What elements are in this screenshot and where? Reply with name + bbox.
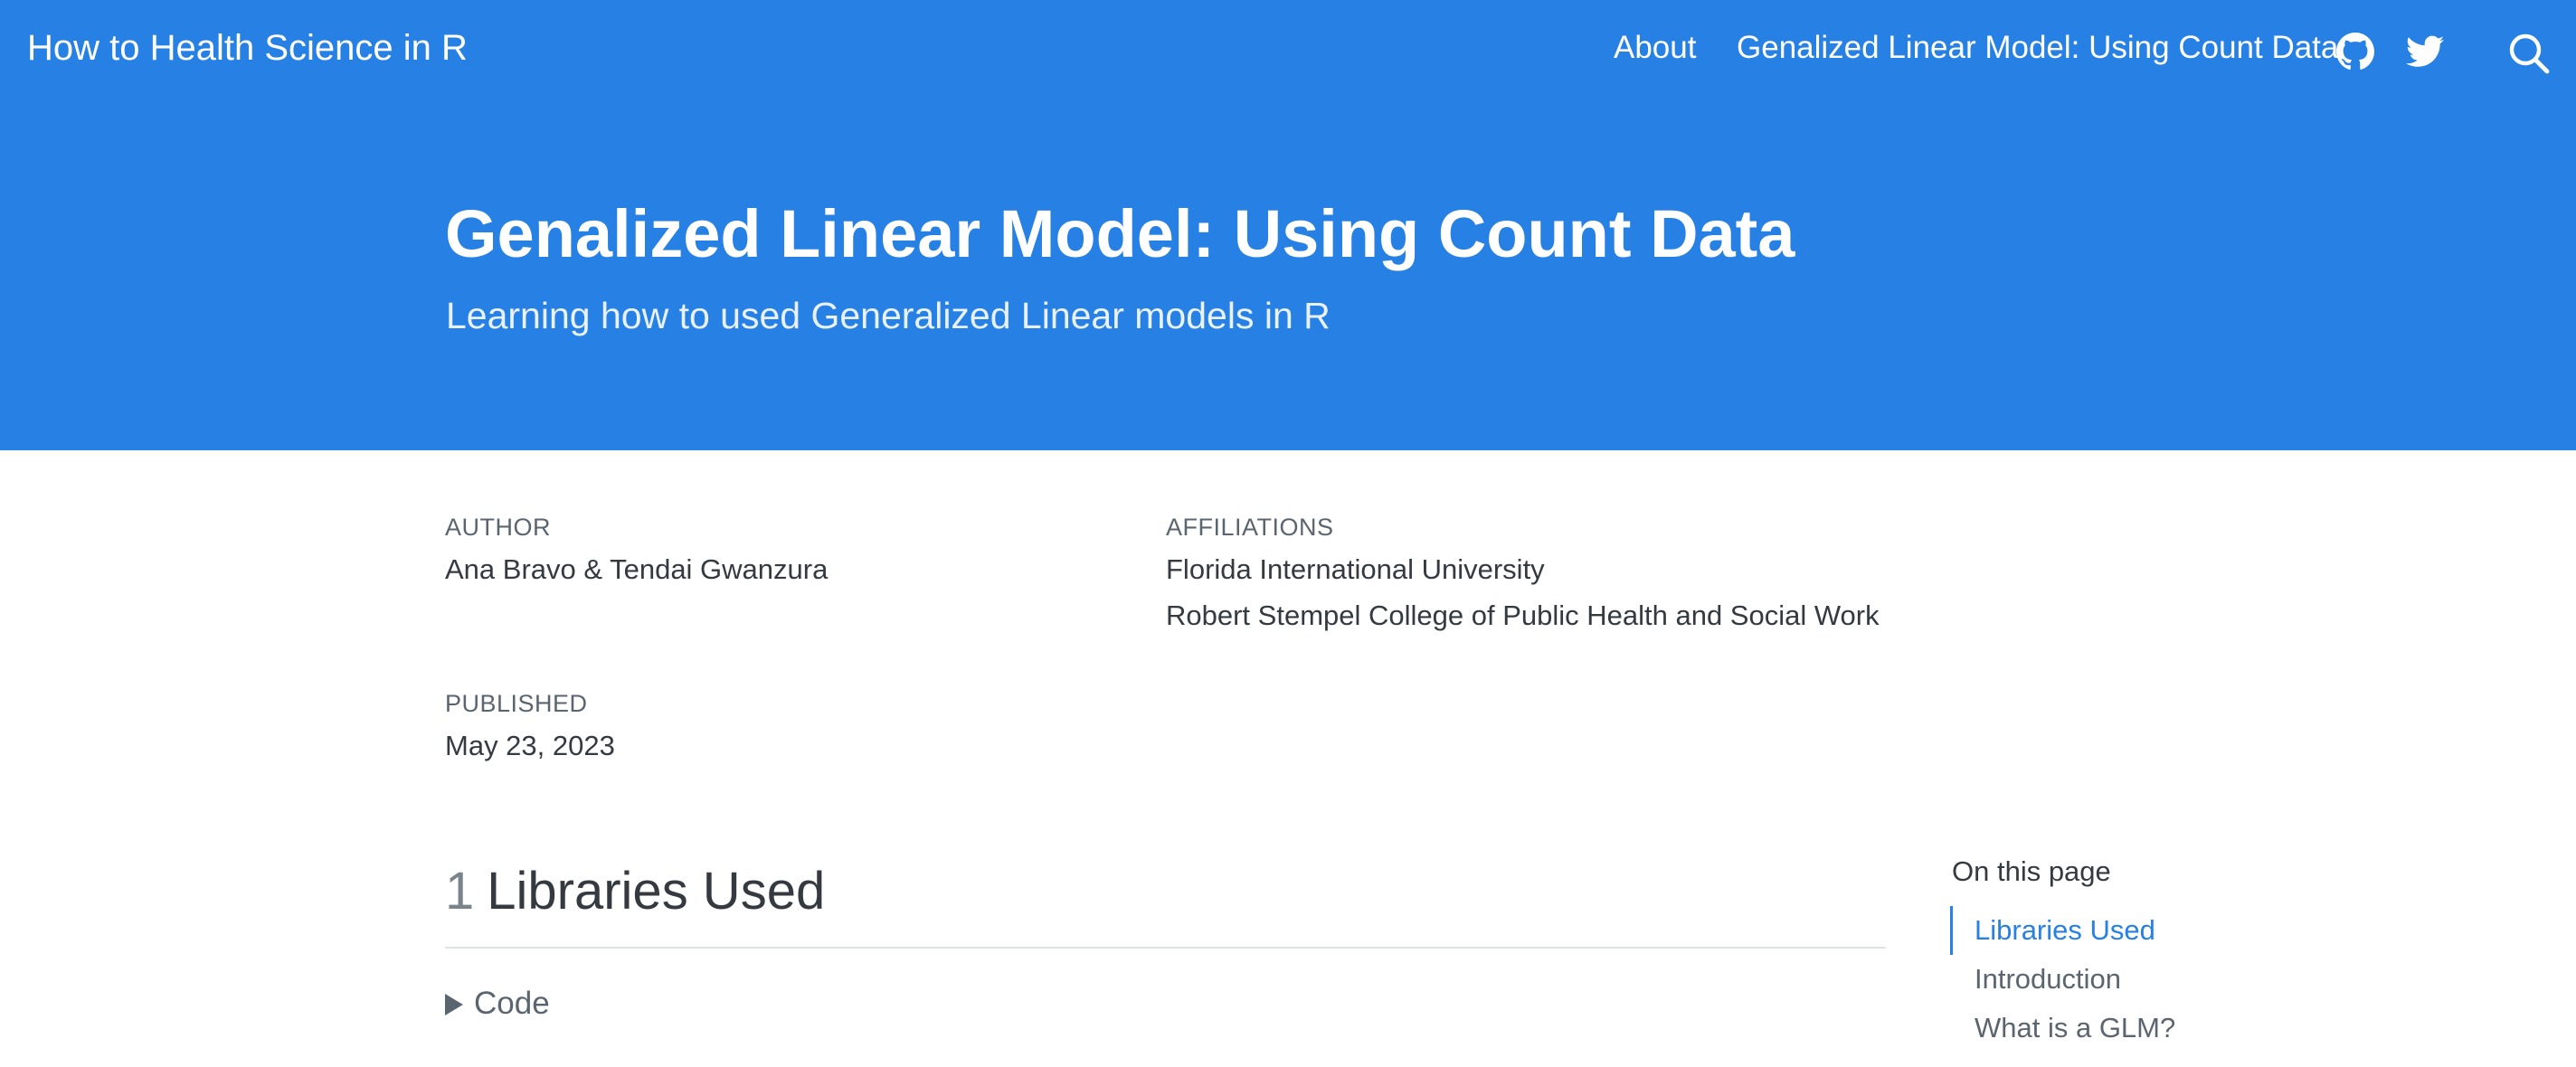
affiliation-item: Florida International University [1166, 553, 1545, 585]
code-toggle-label: Code [474, 986, 550, 1021]
nav-link-about[interactable]: About [1614, 30, 1696, 66]
toc-title: On this page [1952, 855, 2111, 887]
github-icon[interactable] [2336, 33, 2374, 75]
section-heading: 1 Libraries Used [445, 861, 825, 921]
title-banner: Genalized Linear Model: Using Count Data… [0, 105, 2576, 450]
navbar: How to Health Science in R About Genaliz… [0, 0, 2576, 105]
code-fold-toggle[interactable]: Code [445, 986, 550, 1022]
toc-item-introduction[interactable]: Introduction [1950, 955, 2312, 1004]
affiliation-item: Robert Stempel College of Public Health … [1166, 600, 1880, 631]
page-title: Genalized Linear Model: Using Count Data [445, 196, 1795, 271]
twitter-icon[interactable] [2406, 33, 2444, 74]
page-subtitle: Learning how to used Generalized Linear … [446, 295, 1331, 336]
section-divider [445, 947, 1886, 949]
site-brand-link[interactable]: How to Health Science in R [27, 28, 468, 69]
published-date: May 23, 2023 [445, 730, 615, 761]
published-label: PUBLISHED [445, 690, 588, 717]
affiliations-label: AFFILIATIONS [1166, 514, 1334, 541]
section-title: Libraries Used [487, 862, 826, 921]
toc-item-libraries-used[interactable]: Libraries Used [1950, 906, 2312, 955]
search-icon[interactable] [2507, 32, 2551, 80]
author-names: Ana Bravo & Tendai Gwanzura [445, 553, 829, 585]
table-of-contents: Libraries Used Introduction What is a GL… [1950, 906, 2312, 1053]
section-number: 1 [445, 862, 475, 921]
author-label: AUTHOR [445, 514, 551, 541]
nav-link-current-page[interactable]: Genalized Linear Model: Using Count Data [1737, 30, 2338, 66]
disclosure-triangle-icon [445, 994, 463, 1015]
toc-item-what-is-a-glm[interactable]: What is a GLM? [1950, 1004, 2312, 1053]
